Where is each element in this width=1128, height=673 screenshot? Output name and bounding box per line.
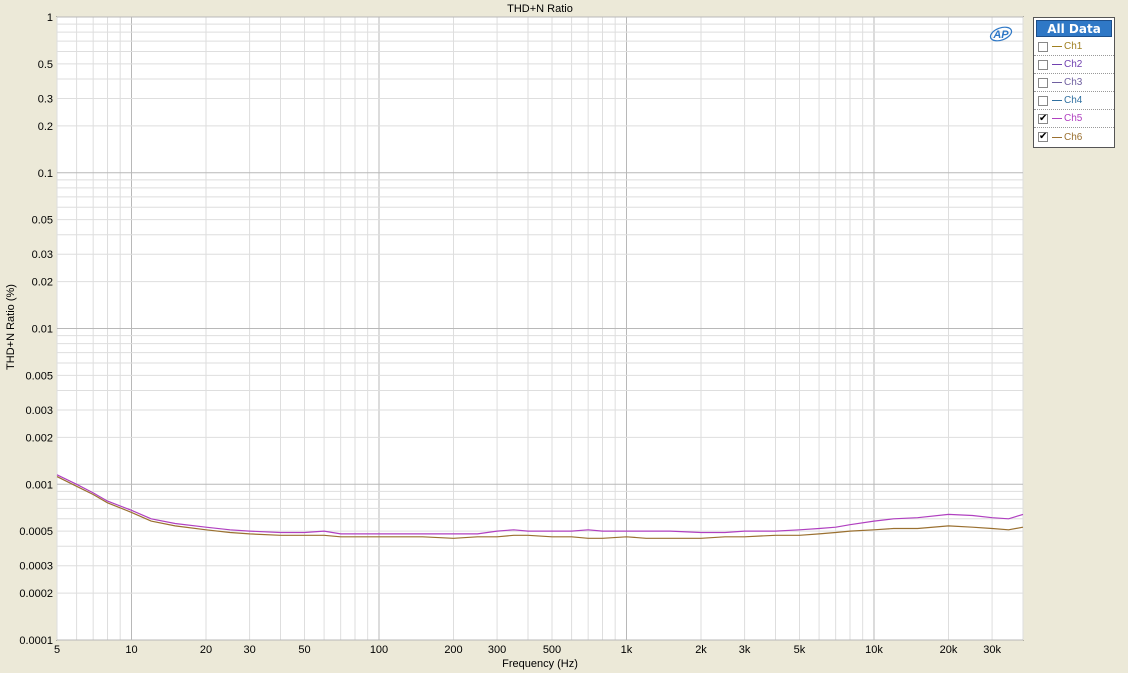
x-tick-label: 20k bbox=[940, 644, 958, 656]
x-tick-label: 30 bbox=[243, 644, 255, 656]
y-tick-label: 0.1 bbox=[38, 168, 53, 180]
x-tick-label: 50 bbox=[298, 644, 310, 656]
legend-item-ch6[interactable]: ✔ Ch6 bbox=[1034, 128, 1114, 146]
legend-panel: All Data Ch1 Ch2 Ch3 Ch4 ✔ Ch5 ✔ Ch6 bbox=[1033, 17, 1115, 148]
y-tick-label: 0.2 bbox=[38, 121, 53, 133]
y-tick-label: 0.05 bbox=[32, 215, 53, 227]
x-tick-label: 10 bbox=[125, 644, 137, 656]
y-tick-label: 0.3 bbox=[38, 93, 53, 105]
y-tick-label: 0.005 bbox=[25, 370, 53, 382]
y-tick-labels: 1 0.5 0.3 0.2 0.1 0.05 0.03 0.02 0.01 0.005 0.003 0… bbox=[19, 12, 53, 647]
legend-checkbox[interactable]: ✔ bbox=[1038, 132, 1048, 142]
legend-item-ch2[interactable]: Ch2 bbox=[1034, 56, 1114, 74]
legend-swatch bbox=[1052, 118, 1062, 119]
legend-checkbox[interactable] bbox=[1038, 77, 1048, 88]
y-tick-label: 0.02 bbox=[32, 277, 53, 289]
y-axis-label: THD+N Ratio (%) bbox=[5, 284, 17, 370]
y-tick-label: 0.003 bbox=[25, 405, 53, 417]
x-tick-label: 2k bbox=[695, 644, 707, 656]
legend-checkbox[interactable] bbox=[1038, 95, 1048, 106]
legend-label: Ch5 bbox=[1064, 113, 1083, 124]
legend-header-all-data[interactable]: All Data bbox=[1036, 20, 1112, 37]
legend-item-ch3[interactable]: Ch3 bbox=[1034, 74, 1114, 92]
thd-chart: THD+N Ratio 1 0.5 0.3 0.2 0.1 0.05 0.03 0.02 0.0… bbox=[5, 3, 1024, 670]
legend-checkbox[interactable]: ✔ bbox=[1038, 113, 1048, 124]
legend-label: Ch6 bbox=[1064, 131, 1083, 143]
legend-label: Ch1 bbox=[1064, 41, 1083, 52]
legend-checkbox[interactable] bbox=[1038, 59, 1048, 70]
legend-item-ch1[interactable]: Ch1 bbox=[1034, 38, 1114, 56]
legend-swatch bbox=[1052, 46, 1062, 47]
chart-title: THD+N Ratio bbox=[507, 3, 573, 15]
x-tick-label: 300 bbox=[488, 644, 506, 656]
x-tick-label: 200 bbox=[444, 644, 462, 656]
y-tick-label: 0.0001 bbox=[19, 635, 53, 647]
legend-swatch bbox=[1052, 100, 1062, 101]
y-tick-label: 0.002 bbox=[25, 432, 53, 444]
y-tick-label: 0.5 bbox=[38, 59, 53, 71]
x-tick-label: 100 bbox=[370, 644, 388, 656]
y-tick-label: 0.0005 bbox=[19, 526, 53, 538]
legend-label: Ch3 bbox=[1064, 77, 1083, 88]
x-tick-label: 20 bbox=[200, 644, 212, 656]
x-tick-label: 3k bbox=[739, 644, 751, 656]
x-axis-label: Frequency (Hz) bbox=[502, 658, 578, 670]
y-tick-label: 0.01 bbox=[32, 324, 53, 336]
legend-label: Ch2 bbox=[1064, 59, 1083, 70]
y-tick-label: 1 bbox=[47, 12, 53, 24]
legend-swatch bbox=[1052, 64, 1062, 65]
legend-swatch bbox=[1052, 82, 1062, 83]
legend-items: Ch1 Ch2 Ch3 Ch4 ✔ Ch5 ✔ Ch6 bbox=[1034, 38, 1114, 146]
y-tick-label: 0.0002 bbox=[19, 588, 53, 600]
x-tick-labels: 5 10 20 30 50 100 200 300 500 1k 2k 3k 5k 10k 20k 30k bbox=[54, 644, 1002, 656]
y-tick-label: 0.0003 bbox=[19, 561, 53, 573]
x-tick-label: 1k bbox=[621, 644, 633, 656]
y-tick-label: 0.03 bbox=[32, 249, 53, 261]
x-tick-label: 500 bbox=[543, 644, 561, 656]
legend-label: Ch4 bbox=[1064, 95, 1083, 106]
legend-item-ch5[interactable]: ✔ Ch5 bbox=[1034, 110, 1114, 128]
y-tick-label: 0.001 bbox=[25, 479, 53, 491]
ap-logo-text: AP bbox=[992, 29, 1009, 41]
legend-swatch bbox=[1052, 136, 1062, 138]
legend-item-ch4[interactable]: Ch4 bbox=[1034, 92, 1114, 110]
legend-checkbox[interactable] bbox=[1038, 41, 1048, 52]
x-tick-label: 30k bbox=[983, 644, 1001, 656]
x-tick-label: 10k bbox=[865, 644, 883, 656]
x-tick-label: 5k bbox=[794, 644, 806, 656]
x-tick-label: 5 bbox=[54, 644, 60, 656]
